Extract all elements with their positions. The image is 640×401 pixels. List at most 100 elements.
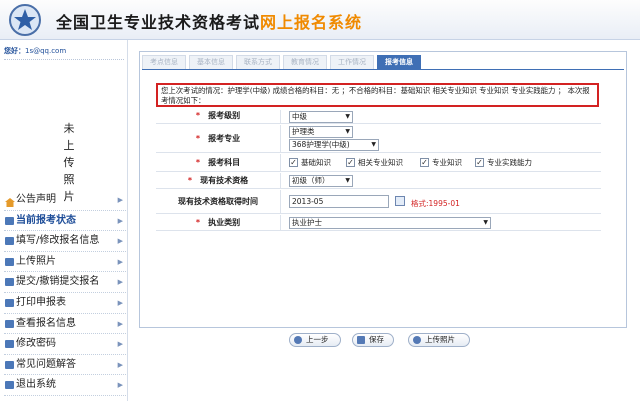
sidebar-item-label: 修改密码 <box>16 338 56 350</box>
chevron-right-icon: ▶ <box>117 216 123 225</box>
chevron-right-icon: ▶ <box>117 196 123 204</box>
sidebar-item-9[interactable]: 常见问题解答 ▶ <box>4 355 126 376</box>
prev-step-button[interactable]: 上一步 <box>289 333 341 347</box>
required-star: * <box>195 134 201 143</box>
sidebar-item-label: 上传照片 <box>16 255 56 267</box>
level-label: 报考级别 <box>208 111 241 120</box>
subject-checkbox-2[interactable]: ✓ <box>346 158 355 167</box>
date-label: 现有技术资格取得时间 <box>178 197 258 206</box>
major-select[interactable]: 368护理学(中级) ▼ <box>289 139 379 151</box>
form-row-current-title: * 现有技术资格 初级（师） ▼ <box>156 173 601 189</box>
doc-icon <box>5 216 14 225</box>
practice-label: 执业类别 <box>208 218 241 227</box>
tab-6[interactable]: 报考信息 <box>377 55 421 69</box>
subject-checkbox-1[interactable]: ✓ <box>289 158 298 167</box>
chevron-down-icon: ▼ <box>345 128 350 135</box>
form-row-level: * 报考级别 中级 ▼ <box>156 110 601 124</box>
doc-icon <box>5 257 14 266</box>
sidebar-item-5[interactable]: 提交/撤销提交报名 ▶ <box>4 272 126 293</box>
subject-label-2: 相关专业知识 <box>358 158 403 167</box>
logo-icon <box>9 4 41 36</box>
doc-icon <box>5 381 14 390</box>
subjects-label: 报考科目 <box>208 158 241 167</box>
required-star: * <box>195 158 201 167</box>
current-title-label: 现有技术资格 <box>200 176 249 185</box>
date-format-hint: 格式:1995-01 <box>411 199 460 208</box>
sidebar-item-2[interactable]: 当前报考状态 ▶ <box>4 211 126 232</box>
save-icon <box>357 336 365 344</box>
doc-icon <box>5 237 14 246</box>
chevron-right-icon: ▶ <box>117 237 123 246</box>
save-button[interactable]: 保存 <box>352 333 394 347</box>
level-select[interactable]: 中级 ▼ <box>289 111 353 123</box>
subject-checkbox-4[interactable]: ✓ <box>475 158 484 167</box>
upload-photo-button[interactable]: 上传照片 <box>408 333 470 347</box>
sidebar-item-label: 查看报名信息 <box>16 317 76 329</box>
chevron-down-icon: ▼ <box>345 113 350 120</box>
practice-select[interactable]: 执业护士 ▼ <box>289 217 491 229</box>
chevron-down-icon: ▼ <box>483 219 488 226</box>
major-label: 报考专业 <box>208 134 241 143</box>
sidebar-menu: 公告声明 ▶ 当前报考状态 ▶ 填写/修改报名信息 ▶ 上传照片 ▶ 提交/撤销提交报名 ▶ 打印申… <box>4 190 126 396</box>
chevron-right-icon: ▶ <box>117 278 123 287</box>
current-title-label-cell: * 现有技术资格 <box>156 173 281 188</box>
major-label-cell: * 报考专业 <box>156 125 281 152</box>
photo-placeholder: 未上传照片 <box>4 64 124 203</box>
major-select-value: 368护理学(中级) <box>292 140 350 149</box>
page-header: 全国卫生专业技术资格考试网上报名系统 <box>0 0 640 40</box>
sidebar-item-3[interactable]: 填写/修改报名信息 ▶ <box>4 231 126 252</box>
sidebar-item-label: 公告声明 <box>16 194 56 205</box>
sidebar-item-8[interactable]: 修改密码 ▶ <box>4 334 126 355</box>
chevron-right-icon: ▶ <box>117 381 123 390</box>
tab-1[interactable]: 考点信息 <box>142 55 186 69</box>
practice-select-value: 执业护士 <box>292 218 322 227</box>
site-title: 全国卫生专业技术资格考试网上报名系统 <box>56 9 362 33</box>
sidebar-item-10[interactable]: 退出系统 ▶ <box>4 375 126 396</box>
tab-4[interactable]: 教育情况 <box>283 55 327 69</box>
current-title-value: 初级（师） <box>292 176 330 185</box>
form-row-date: 现有技术资格取得时间 2013-05 格式:1995-01 <box>156 190 601 214</box>
greeting-user: 1s@qq.com <box>25 47 67 55</box>
form-row-major: * 报考专业 护理类 ▼ 368护理学(中级) ▼ <box>156 125 601 153</box>
subjects-label-cell: * 报考科目 <box>156 154 281 171</box>
doc-icon <box>5 360 14 369</box>
major-category-select[interactable]: 护理类 ▼ <box>289 126 353 138</box>
chevron-right-icon: ▶ <box>117 257 123 266</box>
sidebar-item-1[interactable]: 公告声明 ▶ <box>4 190 126 211</box>
level-label-cell: * 报考级别 <box>156 110 281 123</box>
form-row-subjects: * 报考科目 ✓ 基础知识 ✓ 相关专业知识 ✓ 专业知识 ✓ 专业实践能力 <box>156 154 601 172</box>
current-title-select[interactable]: 初级（师） ▼ <box>289 175 353 187</box>
chevron-right-icon: ▶ <box>117 340 123 349</box>
date-input[interactable]: 2013-05 <box>289 195 389 208</box>
sidebar-item-label: 打印申报表 <box>16 296 66 308</box>
required-star: * <box>187 176 193 185</box>
sidebar-item-6[interactable]: 打印申报表 ▶ <box>4 293 126 314</box>
previous-exam-notice: 您上次考试的情况：护理学(中级) 成绩合格的科目：无 ；不合格的科目：基础知识 … <box>156 83 599 107</box>
calendar-icon[interactable] <box>395 196 405 206</box>
chevron-down-icon: ▼ <box>345 177 350 184</box>
chevron-right-icon: ▶ <box>117 298 123 307</box>
chevron-right-icon: ▶ <box>117 319 123 328</box>
subject-label-4: 专业实践能力 <box>487 158 532 167</box>
sidebar-item-7[interactable]: 查看报名信息 ▶ <box>4 314 126 335</box>
sidebar-item-4[interactable]: 上传照片 ▶ <box>4 252 126 273</box>
tab-3[interactable]: 联系方式 <box>236 55 280 69</box>
upload-icon <box>413 336 421 344</box>
doc-icon <box>5 278 14 287</box>
tab-2[interactable]: 基本信息 <box>189 55 233 69</box>
doc-icon <box>5 298 14 307</box>
house-icon <box>5 195 15 207</box>
upload-photo-label: 上传照片 <box>425 335 455 344</box>
user-greeting: 您好：1s@qq.com <box>4 46 124 60</box>
date-label-cell: 现有技术资格取得时间 <box>156 190 281 213</box>
arrow-left-icon <box>294 336 302 344</box>
chevron-down-icon: ▼ <box>371 141 376 148</box>
subject-label-3: 专业知识 <box>432 158 462 167</box>
chevron-right-icon: ▶ <box>117 360 123 369</box>
tab-5[interactable]: 工作情况 <box>330 55 374 69</box>
subject-checkbox-3[interactable]: ✓ <box>420 158 429 167</box>
major-category-value: 护理类 <box>292 127 315 136</box>
form-row-practice: * 执业类别 执业护士 ▼ <box>156 215 601 231</box>
site-title-accent: 网上报名系统 <box>260 13 363 32</box>
doc-icon <box>5 340 14 349</box>
